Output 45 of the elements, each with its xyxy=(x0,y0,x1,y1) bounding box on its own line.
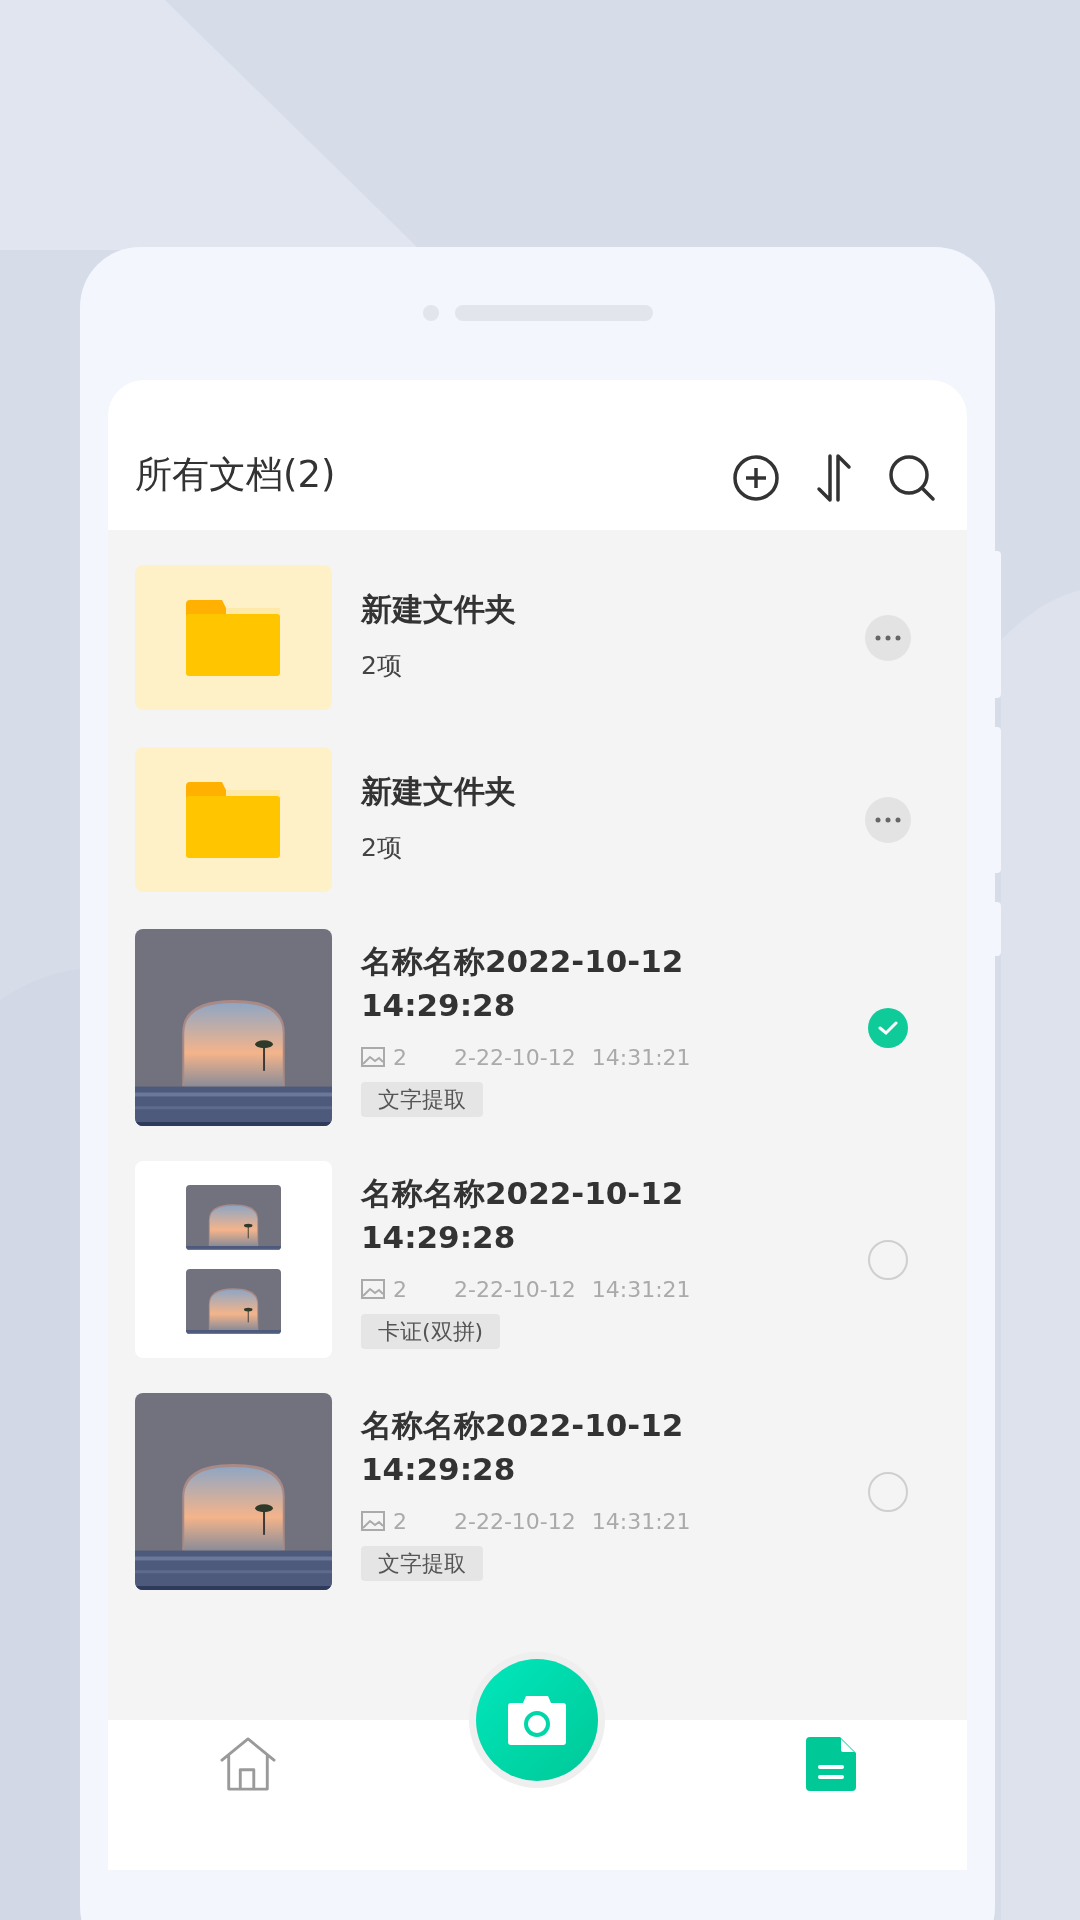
select-checkbox[interactable] xyxy=(868,1239,908,1280)
document-date: 2-22-10-12 xyxy=(454,1275,576,1304)
search-button[interactable] xyxy=(888,454,936,502)
home-tab[interactable] xyxy=(218,1736,278,1792)
image-icon xyxy=(361,1047,385,1067)
camera-icon xyxy=(507,1694,567,1746)
page-count: 2 xyxy=(393,1043,407,1072)
ellipsis-icon xyxy=(875,816,901,823)
folder-name: 新建文件夹 xyxy=(361,772,517,812)
document-tag: 文字提取 xyxy=(361,1545,483,1581)
image-icon xyxy=(361,1279,385,1299)
camera-button[interactable] xyxy=(476,1659,598,1781)
image-icon xyxy=(361,1511,385,1531)
page-count: 2 xyxy=(393,1275,407,1304)
document-title: 名称名称2022-10-12 14:29:28 xyxy=(361,1405,685,1489)
select-checkbox[interactable] xyxy=(868,1007,908,1048)
folder-name: 新建文件夹 xyxy=(361,590,517,630)
sort-button[interactable] xyxy=(816,454,852,502)
search-icon xyxy=(888,454,936,502)
documents-tab[interactable] xyxy=(805,1736,857,1792)
folder-icon xyxy=(185,599,282,676)
item-count: 2项 xyxy=(361,650,403,683)
page-count: 2 xyxy=(393,1507,407,1536)
folder-icon xyxy=(185,781,282,858)
more-button[interactable] xyxy=(865,796,911,843)
more-button[interactable] xyxy=(865,614,911,661)
page-title: 所有文档(2) xyxy=(135,451,337,498)
add-button[interactable] xyxy=(732,454,780,502)
document-time: 14:31:21 xyxy=(591,1275,691,1304)
document-icon xyxy=(806,1737,856,1791)
select-checkbox[interactable] xyxy=(868,1471,908,1512)
document-date: 2-22-10-12 xyxy=(454,1043,576,1072)
document-tag: 文字提取 xyxy=(361,1081,483,1117)
item-count: 2项 xyxy=(361,832,403,865)
document-time: 14:31:21 xyxy=(591,1507,691,1536)
add-icon xyxy=(732,454,780,502)
home-icon xyxy=(219,1737,277,1791)
document-time: 14:31:21 xyxy=(591,1043,691,1072)
sort-icon xyxy=(816,454,852,502)
document-date: 2-22-10-12 xyxy=(454,1507,576,1536)
document-tag: 卡证(双拼) xyxy=(361,1313,501,1349)
document-title: 名称名称2022-10-12 14:29:28 xyxy=(361,1173,685,1257)
check-icon xyxy=(878,1019,898,1036)
ellipsis-icon xyxy=(875,634,901,641)
document-title: 名称名称2022-10-12 14:29:28 xyxy=(361,941,685,1025)
